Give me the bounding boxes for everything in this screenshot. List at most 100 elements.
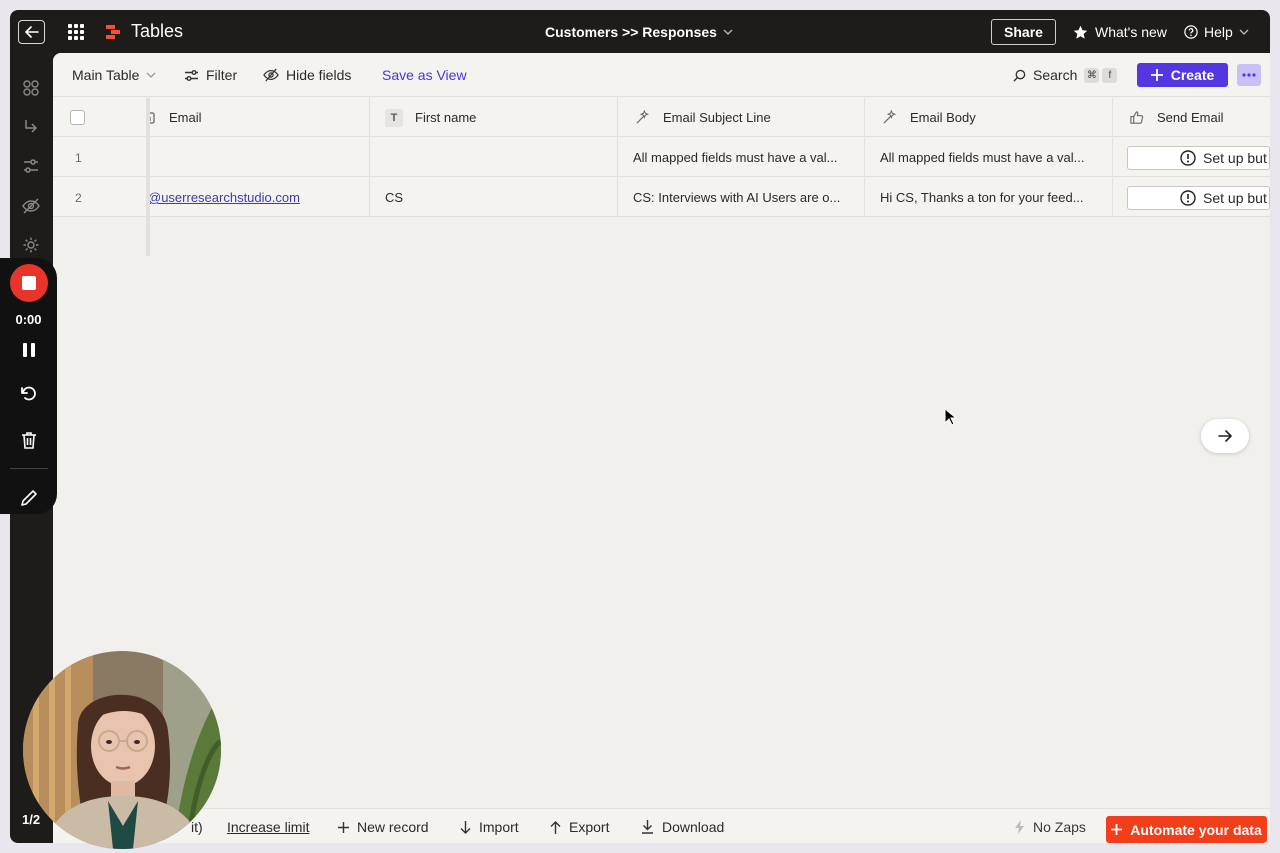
arrow-left-icon [24, 26, 39, 38]
restart-button[interactable] [17, 382, 41, 406]
email-cell[interactable] [148, 138, 370, 177]
automate-your-data-button[interactable]: Automate your data [1106, 816, 1267, 843]
delete-recording-button[interactable] [17, 428, 41, 452]
import-button[interactable]: Import [460, 819, 519, 835]
frozen-column-shadow [146, 98, 150, 256]
download-button[interactable]: Download [641, 819, 724, 835]
apps-sidebar-icon[interactable] [22, 79, 40, 97]
table-toolbar: Main Table Filter Hide fields Save as Vi… [53, 53, 1270, 97]
alert-circle-icon [1180, 189, 1196, 206]
lightning-icon [1015, 820, 1024, 834]
body-value: Hi CS, Thanks a ton for your feed... [880, 190, 1084, 205]
email-cell[interactable]: @userresearchstudio.com [148, 178, 370, 217]
column-label: Email Subject Line [663, 110, 771, 125]
subject-cell[interactable]: CS: Interviews with AI Users are o... [618, 178, 865, 217]
body-cell[interactable]: All mapped fields must have a val... [865, 138, 1113, 177]
body-value: All mapped fields must have a val... [880, 150, 1085, 165]
help-label: Help [1204, 24, 1233, 40]
stop-recording-button[interactable] [10, 264, 48, 302]
filter-sliders-icon [185, 69, 198, 81]
select-all-checkbox[interactable] [70, 110, 85, 125]
subject-cell[interactable]: All mapped fields must have a val... [618, 138, 865, 177]
star-icon [1073, 25, 1088, 39]
chevron-down-icon [723, 29, 733, 35]
row-number: 1 [75, 150, 82, 165]
alert-circle-icon [1180, 149, 1196, 166]
record-limit-text: it) [191, 819, 203, 835]
help-circle-icon [1184, 25, 1198, 39]
plus-icon [1111, 824, 1123, 835]
search-label: Search [1033, 67, 1078, 83]
back-button[interactable] [18, 20, 45, 44]
set-up-button[interactable]: Set up but [1127, 185, 1270, 210]
stop-icon [22, 276, 36, 290]
table-footer: it) Increase limit New record Import Exp… [53, 808, 1270, 843]
redirect-arrow-icon[interactable] [22, 118, 40, 136]
scroll-right-button[interactable] [1201, 419, 1249, 453]
button-field-icon [1127, 109, 1145, 127]
settings-gear-icon[interactable] [22, 236, 40, 254]
first-name-cell[interactable]: CS [370, 178, 618, 217]
column-header-first-name[interactable]: T First name [370, 98, 618, 137]
recording-timer: 0:00 [15, 312, 42, 327]
sliders-icon[interactable] [22, 157, 40, 175]
send-email-cell: Set up but [1113, 178, 1270, 217]
filter-button[interactable]: Filter [184, 67, 237, 83]
trash-icon [22, 432, 36, 449]
export-label: Export [569, 819, 610, 835]
column-header-send-email[interactable]: Send Email [1113, 98, 1270, 137]
export-button[interactable]: Export [550, 819, 609, 835]
chevron-down-icon [1239, 29, 1249, 35]
draw-button[interactable] [17, 486, 41, 510]
share-button[interactable]: Share [991, 19, 1056, 45]
column-header-email-subject-line[interactable]: Email Subject Line [618, 98, 865, 137]
no-zaps-label: No Zaps [1033, 819, 1086, 835]
column-header-email[interactable]: Email [148, 98, 370, 137]
download-label: Download [662, 819, 725, 835]
first-name-value: CS [385, 190, 404, 205]
more-dots-icon [1242, 73, 1256, 77]
search-icon [1013, 69, 1026, 82]
breadcrumb[interactable]: Customers >> Responses [545, 24, 733, 40]
subject-value: All mapped fields must have a val... [633, 150, 838, 165]
set-up-label: Set up but [1203, 189, 1267, 206]
new-record-button[interactable]: New record [338, 819, 429, 835]
screen-recorder-panel: 0:00 [0, 258, 57, 514]
automate-label: Automate your data [1130, 821, 1262, 838]
breadcrumb-label: Customers >> Responses [545, 24, 717, 40]
view-label: Main Table [72, 67, 140, 83]
first-name-cell[interactable] [370, 138, 618, 177]
shortcut-cmd-key: ⌘ [1084, 67, 1100, 83]
import-label: Import [479, 819, 519, 835]
main-content: Main Table Filter Hide fields Save as Vi… [53, 53, 1270, 843]
email-link[interactable]: @userresearchstudio.com [148, 190, 300, 205]
search-button[interactable]: Search ⌘ f [1013, 67, 1118, 83]
more-options-button[interactable] [1237, 64, 1261, 86]
arrow-right-icon [1217, 430, 1232, 442]
select-all-cell [53, 98, 148, 137]
eye-slash-icon[interactable] [22, 197, 40, 215]
set-up-button[interactable]: Set up but [1127, 145, 1270, 170]
record-limit-partial: it) [191, 819, 203, 835]
body-cell[interactable]: Hi CS, Thanks a ton for your feed... [865, 178, 1113, 217]
help-menu[interactable]: Help [1184, 24, 1249, 40]
webcam-bubble[interactable] [23, 651, 221, 849]
zaps-status[interactable]: No Zaps [1015, 819, 1086, 835]
save-as-view-button[interactable]: Save as View [382, 67, 467, 83]
whats-new-button[interactable]: What's new [1073, 24, 1167, 40]
create-label: Create [1170, 67, 1215, 83]
plus-icon [338, 821, 349, 833]
table-row[interactable]: 1 All mapped fields must have a val... A… [53, 138, 1270, 177]
pause-button[interactable] [17, 338, 41, 362]
view-selector[interactable]: Main Table [72, 67, 156, 83]
filter-label: Filter [206, 67, 238, 83]
increase-limit-link[interactable]: Increase limit [227, 819, 309, 835]
table-row[interactable]: 2 @userresearchstudio.com CS CS: Intervi… [53, 178, 1270, 217]
apps-grid-icon[interactable] [68, 24, 84, 40]
arrow-up-icon [550, 820, 561, 834]
whats-new-label: What's new [1095, 24, 1167, 40]
column-header-email-body[interactable]: Email Body [865, 98, 1113, 137]
eye-slash-icon [263, 68, 279, 82]
hide-fields-button[interactable]: Hide fields [263, 67, 351, 83]
create-button[interactable]: Create [1137, 63, 1228, 87]
